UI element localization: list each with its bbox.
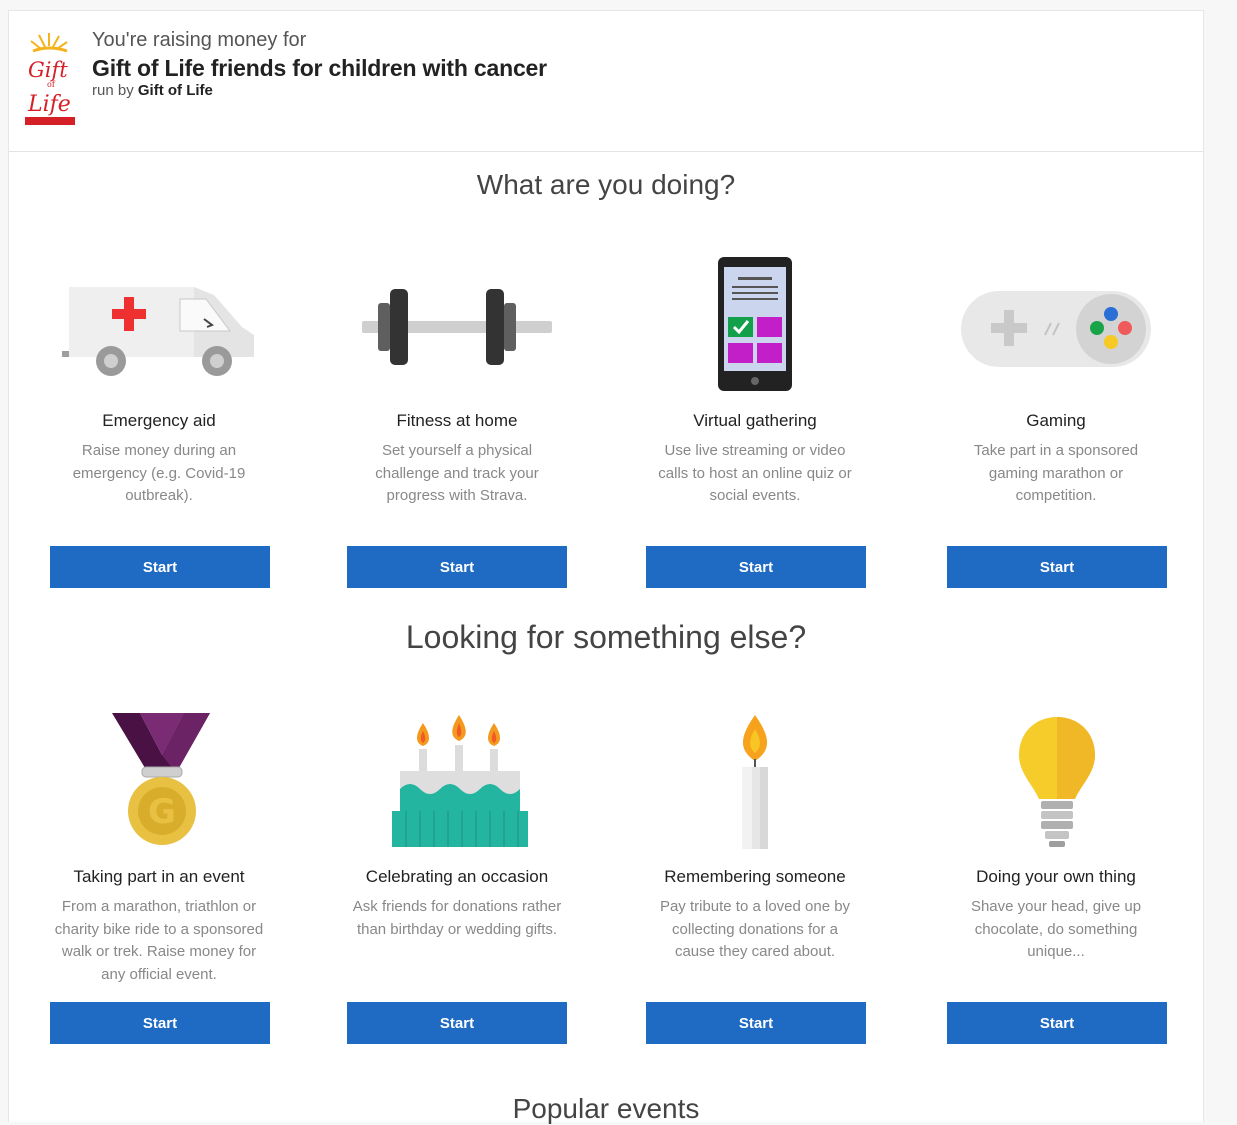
tile-description: Set yourself a physical challenge and tr… <box>375 442 539 504</box>
tile-description: Take part in a sponsored gaming marathon… <box>973 442 1139 504</box>
looking-for-something-else-title: Looking for something else? <box>405 619 807 655</box>
candle-icon <box>742 715 768 849</box>
start-button-taking-part-in-an-event[interactable]: Start <box>50 1002 270 1044</box>
tile-description: Raise money during an emergency (e.g. Co… <box>72 442 246 504</box>
tile-description: Shave your head, give up chocolate, do s… <box>970 898 1142 960</box>
cake-icon <box>392 715 528 847</box>
tile-description: Use live streaming or video calls to hos… <box>658 442 852 504</box>
svg-text:Life: Life <box>27 92 71 117</box>
tile-description: Pay tribute to a loved one by collecting… <box>659 898 851 960</box>
run-by-prefix: run by <box>92 82 134 99</box>
popular-events-title: Popular events <box>512 1093 700 1124</box>
tile-title: Taking part in an event <box>73 867 245 886</box>
ambulance-icon <box>62 287 254 376</box>
start-button-emergency-aid[interactable]: Start <box>50 546 270 588</box>
tile-title: Doing your own thing <box>976 867 1136 886</box>
start-button-celebrating-an-occasion[interactable]: Start <box>347 1002 567 1044</box>
medal-icon: G <box>112 713 210 845</box>
svg-text:G: G <box>148 792 176 832</box>
campaign-header: Gift of Life You're raising money for Gi… <box>9 11 1203 152</box>
what-are-you-doing-title: What are you doing? <box>476 169 736 200</box>
dumbbell-icon <box>362 289 552 365</box>
tile-title: Remembering someone <box>664 867 846 886</box>
tile-title: Emergency aid <box>102 411 216 430</box>
charity-name: Gift of Life friends for children with c… <box>92 55 547 81</box>
gift-of-life-logo: Gift of Life <box>25 33 75 125</box>
tile-description: From a marathon, triathlon or charity bi… <box>54 898 264 983</box>
start-button-virtual-gathering[interactable]: Start <box>646 546 866 588</box>
start-button-fitness-at-home[interactable]: Start <box>347 546 567 588</box>
raising-label: You're raising money for <box>92 29 307 51</box>
svg-text:of: of <box>47 80 56 89</box>
start-button-remembering-someone[interactable]: Start <box>646 1002 866 1044</box>
tile-title: Virtual gathering <box>693 411 817 430</box>
tile-title: Fitness at home <box>396 411 518 430</box>
tile-description: Ask friends for donations rather than bi… <box>352 898 562 938</box>
svg-text:Gift: Gift <box>28 58 68 82</box>
lightbulb-icon <box>1019 717 1095 847</box>
tile-title: Gaming <box>1026 411 1086 430</box>
page-card: Gift of Life You're raising money for Gi… <box>8 10 1204 1124</box>
gamepad-icon <box>961 291 1151 367</box>
run-by-line: run by Gift of Life <box>92 82 213 99</box>
run-by-org[interactable]: Gift of Life <box>138 82 213 99</box>
smartphone-icon <box>718 257 792 391</box>
start-button-gaming[interactable]: Start <box>947 546 1167 588</box>
tile-title: Celebrating an occasion <box>365 867 549 886</box>
start-button-doing-your-own-thing[interactable]: Start <box>947 1002 1167 1044</box>
